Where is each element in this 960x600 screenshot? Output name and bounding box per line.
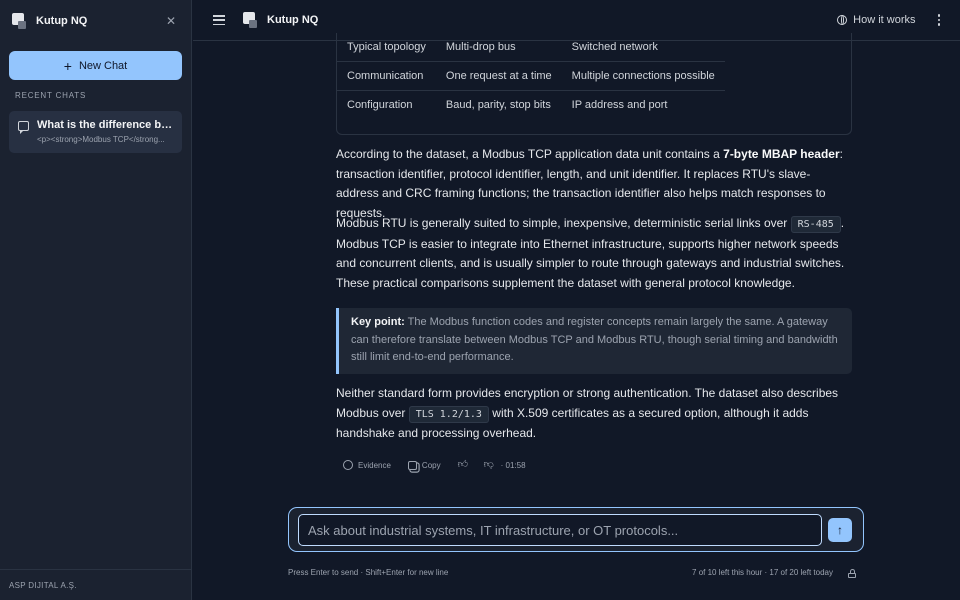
inline-code: TLS 1.2/1.3: [408, 405, 489, 423]
new-chat-label: New Chat: [78, 59, 128, 72]
table-row: Typical topology Multi-drop bus Switched…: [337, 33, 725, 62]
composer: ↑: [288, 507, 864, 552]
table-cell: IP address and port: [571, 98, 668, 111]
copy-label: Copy: [421, 460, 441, 470]
comparison-table: Typical topology Multi-drop bus Switched…: [336, 33, 852, 135]
callout-label: Key point:: [351, 316, 405, 328]
copy-icon: [407, 460, 417, 470]
key-point-callout: Key point: The Modbus function codes and…: [336, 308, 852, 374]
message-actions: Evidence Copy 👍︎ 👎︎ · 01:58: [343, 460, 526, 470]
how-it-works-label: How it works: [853, 14, 916, 26]
arrow-up-icon: ↑: [837, 523, 843, 537]
close-sidebar-icon[interactable]: ✕: [163, 14, 179, 28]
table-cell: Multi-drop bus: [435, 33, 562, 62]
chat-item-title: What is the difference bet...: [37, 119, 173, 131]
info-icon: [343, 460, 353, 470]
menu-icon[interactable]: [213, 15, 225, 25]
lock-icon: [848, 569, 856, 578]
message-paragraph: Neither standard form provides encryptio…: [336, 384, 852, 444]
message-paragraph: Modbus RTU is generally suited to simple…: [336, 214, 852, 294]
message-input[interactable]: [298, 514, 822, 546]
send-button[interactable]: ↑: [828, 518, 852, 542]
message-timestamp: · 01:58: [500, 460, 526, 470]
message-paragraph: According to the dataset, a Modbus TCP a…: [336, 145, 852, 224]
paragraph-bold: 7-byte MBAP header: [723, 147, 840, 161]
evidence-button[interactable]: Evidence: [343, 460, 391, 470]
app-title: Kutup NQ: [267, 14, 319, 26]
chat-bubble-icon: [18, 121, 29, 134]
thumbs-up-icon[interactable]: 👍︎: [458, 460, 468, 470]
table-cell: Baud, parity, stop bits: [445, 98, 551, 111]
new-chat-button[interactable]: + New Chat: [9, 51, 182, 80]
chat-list-item[interactable]: What is the difference bet... <p><strong…: [9, 111, 182, 153]
copy-button[interactable]: Copy: [407, 460, 441, 470]
chat-item-preview: <p><strong>Modbus TCP</strong...: [37, 135, 165, 144]
sidebar-footer: ASP DIJITAL A.Ş.: [0, 569, 192, 600]
sidebar: Kutup NQ ✕ + New Chat RECENT CHATS What …: [0, 0, 192, 600]
app-logo-icon: [243, 12, 257, 28]
plus-icon: +: [63, 57, 72, 74]
table-cell: Communication: [337, 61, 436, 91]
paragraph-text: Modbus RTU is generally suited to simple…: [336, 216, 791, 230]
table-cell: Typical topology: [337, 33, 436, 62]
table-row: Configuration Baud, parity, stop bits IP…: [337, 90, 725, 119]
paragraph-text: According to the dataset, a Modbus TCP a…: [336, 147, 724, 161]
sidebar-app-title: Kutup NQ: [36, 14, 88, 27]
usage-limits: 7 of 10 left this hour · 17 of 20 left t…: [692, 568, 833, 577]
inline-code: RS-485: [790, 216, 841, 233]
table-cell: Switched network: [561, 33, 725, 62]
table-row: Communication One request at a time Mult…: [337, 61, 725, 91]
evidence-label: Evidence: [358, 460, 391, 470]
composer-hint: Press Enter to send · Shift+Enter for ne…: [288, 568, 449, 577]
more-options-icon[interactable]: [937, 14, 940, 26]
callout-text: The Modbus function codes and register c…: [351, 316, 838, 363]
how-it-works-button[interactable]: How it works: [837, 14, 916, 26]
table-cell: Multiple connections possible: [561, 61, 725, 91]
thumbs-down-icon[interactable]: 👎︎: [484, 460, 494, 470]
app-logo-icon: [12, 12, 26, 29]
table-cell: Configuration: [347, 98, 413, 111]
sidebar-header: Kutup NQ ✕: [0, 0, 191, 41]
table-cell: One request at a time: [435, 61, 562, 91]
recent-chats-heading: RECENT CHATS: [15, 91, 87, 100]
globe-icon: [837, 15, 848, 25]
